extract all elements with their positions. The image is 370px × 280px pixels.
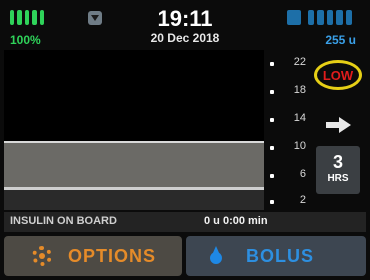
- gear-icon: [32, 246, 52, 266]
- bolus-label: BOLUS: [246, 246, 314, 266]
- iob-label: INSULIN ON BOARD: [10, 215, 117, 227]
- drop-icon: [208, 246, 224, 266]
- options-label: OPTIONS: [68, 246, 157, 266]
- reservoir-icon: [287, 10, 301, 25]
- hours-label: HRS: [327, 173, 349, 184]
- status-bar: 100% 19:11 20 Dec 2018 255 u: [0, 0, 370, 47]
- y-tick: 6: [264, 168, 312, 180]
- graph-y-axis: 22 18 14 10 6 2: [264, 50, 312, 210]
- y-tick: 2: [264, 194, 312, 206]
- iob-value: 0 u 0:00 min: [204, 215, 268, 227]
- low-alert-badge: LOW: [314, 60, 362, 90]
- low-alert-text: LOW: [322, 67, 354, 83]
- graph-side-panel: LOW 3 HRS: [312, 50, 366, 210]
- reservoir-level-bars: [308, 10, 353, 25]
- target-range-band: [4, 141, 264, 190]
- graph-low-area: [4, 190, 264, 210]
- bolus-button[interactable]: BOLUS: [186, 236, 366, 276]
- y-tick: 18: [264, 84, 312, 96]
- options-button[interactable]: OPTIONS: [4, 236, 182, 276]
- right-arrow-icon: [326, 117, 352, 133]
- hours-value: 3: [332, 152, 343, 172]
- graph-hours-button[interactable]: 3 HRS: [316, 146, 360, 194]
- reservoir-units: 255 u: [325, 33, 356, 47]
- insulin-on-board-bar: INSULIN ON BOARD 0 u 0:00 min: [4, 212, 366, 232]
- y-tick: 10: [264, 140, 312, 152]
- clock-date: 20 Dec 2018: [150, 31, 220, 45]
- y-tick: 22: [264, 56, 312, 68]
- y-tick: 14: [264, 112, 312, 124]
